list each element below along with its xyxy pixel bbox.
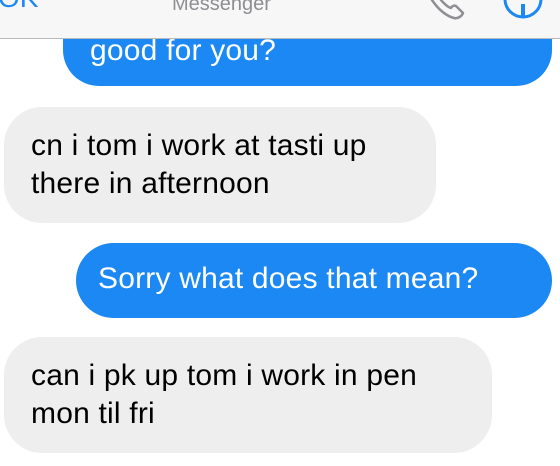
outgoing-message-bubble[interactable]: Sorry what does that mean?	[76, 243, 552, 318]
phone-icon[interactable]	[420, 0, 466, 24]
message-text-line: cn i tom i work at tasti up	[31, 129, 367, 162]
back-button[interactable]: OK	[0, 0, 38, 12]
info-icon[interactable]	[502, 0, 544, 20]
message-text-line: mon til fri	[31, 397, 155, 430]
incoming-message-bubble[interactable]: cn i tom i work at tasti up there in aft…	[4, 107, 436, 223]
message-text-line: can i pk up tom i work in pen	[31, 359, 417, 392]
messenger-conversation-screen: good for you? cn i tom i work at tasti u…	[0, 0, 560, 466]
navigation-bar: OK Messenger	[0, 0, 560, 39]
message-text-line: there in afternoon	[31, 167, 270, 200]
message-thread[interactable]: good for you? cn i tom i work at tasti u…	[0, 0, 560, 466]
message-text-line: Sorry what does that mean?	[98, 262, 479, 295]
incoming-message-bubble[interactable]: can i pk up tom i work in pen mon til fr…	[4, 337, 492, 453]
conversation-subtitle: Messenger	[172, 0, 271, 15]
